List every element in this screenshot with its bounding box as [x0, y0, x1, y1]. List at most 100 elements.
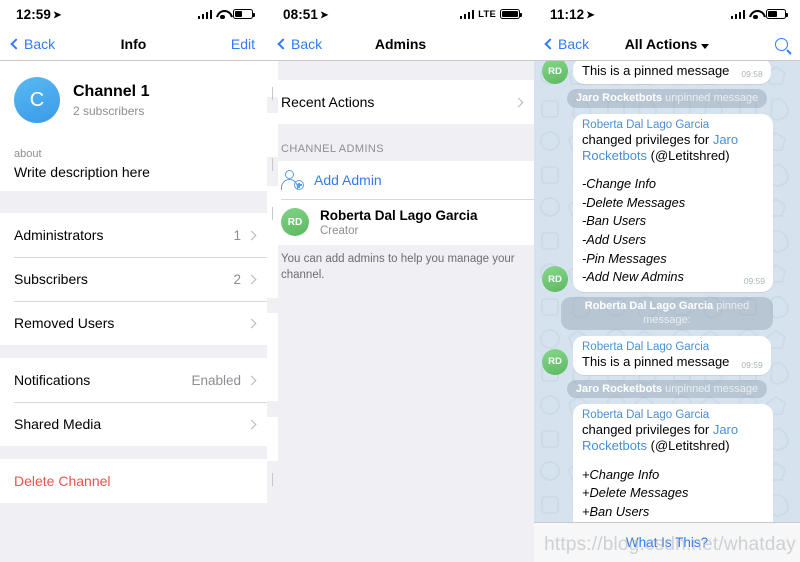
search-button[interactable] [775, 37, 788, 51]
signal-bars-icon [459, 9, 475, 19]
message-row: RD This is a pinned message 09:58 [542, 61, 792, 85]
avatar: RD [542, 266, 568, 293]
privilege-item: +Delete Messages [582, 485, 689, 501]
chevron-right-icon [246, 230, 257, 240]
bubble-time: 09:59 [743, 275, 765, 286]
row-notifications[interactable]: Notifications Enabled [0, 358, 267, 402]
privilege-item: -Ban Users [582, 213, 647, 229]
chevron-left-icon [277, 38, 289, 50]
bubble-time: 09:59 [741, 359, 763, 370]
back-button-2[interactable]: Back [277, 36, 323, 52]
privilege-item: +Ban Users [582, 504, 650, 520]
row-value: 2 [233, 271, 241, 287]
privilege-item: -Add New Admins [582, 269, 684, 285]
bubble-author: Roberta Dal Lago Garcia [582, 118, 710, 131]
back-label-3: Back [558, 36, 590, 52]
chevron-right-icon [246, 274, 257, 284]
content-area-1: C Channel 1 2 subscribers about Write de… [0, 61, 267, 562]
admin-name: Roberta Dal Lago Garcia [320, 207, 478, 223]
battery-icon [766, 9, 788, 19]
bubble-text: changed privileges for Jaro Rocketbots (… [582, 422, 765, 455]
bubble-text: This is a pinned message [582, 353, 730, 369]
avatar: C [14, 77, 60, 123]
privilege-item: +Change Info [582, 466, 660, 482]
wifi-icon [749, 9, 762, 20]
chat-bubble[interactable]: This is a pinned message 09:58 [573, 61, 771, 85]
chevron-down-icon [701, 44, 710, 49]
back-label-2: Back [291, 36, 323, 52]
row-label: Notifications [14, 372, 91, 388]
bubble-time: 09:58 [741, 69, 763, 80]
row-value: 1 [233, 227, 241, 243]
phone-screen-channel-info: 12:59 ➤ Back Info Edit C Channel 1 2 subs… [0, 0, 267, 562]
nav-bar-2: Back Admins [267, 28, 534, 61]
privilege-item: -Delete Messages [582, 194, 686, 210]
what-is-this-bar[interactable]: What Is This? [534, 522, 800, 562]
add-user-icon [281, 170, 304, 190]
row-removed-users[interactable]: Removed Users [0, 301, 267, 345]
phone-screen-all-actions: 11:12 ➤ Back All Actions RD This is a pi… [534, 0, 800, 562]
row-label: Shared Media [14, 416, 102, 432]
channel-subscribers: 2 subscribers [73, 103, 145, 118]
row-administrators[interactable]: Administrators 1 [0, 213, 267, 257]
service-message: Roberta Dal Lago Garcia pinned message: [561, 297, 773, 330]
delete-channel-button[interactable]: Delete Channel [0, 459, 267, 503]
privilege-item: -Pin Messages [582, 250, 667, 266]
all-actions-label: All Actions [624, 36, 698, 52]
about-value: Write description here [14, 164, 150, 180]
chevron-left-icon [544, 38, 556, 50]
chevron-right-icon [513, 97, 524, 107]
row-recent-actions[interactable]: Recent Actions [267, 80, 534, 124]
previous-screen-sliver [267, 61, 278, 562]
danger-section: Delete Channel [0, 459, 267, 503]
bubble-text-tail: (@Letitshred) [647, 438, 730, 454]
bubble-author: Roberta Dal Lago Garcia [582, 340, 710, 353]
recent-actions-section: Recent Actions [267, 80, 534, 124]
back-label-1: Back [24, 36, 56, 52]
battery-icon [233, 9, 255, 19]
about-block[interactable]: about Write description here [0, 139, 267, 191]
back-button-1[interactable]: Back [10, 36, 56, 52]
privilege-item: -Add Users [582, 232, 647, 248]
bubble-text: This is a pinned message [582, 63, 730, 78]
chat-bubble[interactable]: Roberta Dal Lago Garcia This is a pinned… [573, 335, 771, 375]
bubble-text-lead: changed privileges for [582, 131, 713, 147]
row-shared-media[interactable]: Shared Media [0, 402, 267, 446]
avatar: RD [281, 208, 309, 236]
row-label: Recent Actions [281, 94, 375, 110]
chat-bubble[interactable]: Roberta Dal Lago Garcia changed privileg… [573, 113, 773, 293]
chevron-right-icon [246, 375, 257, 385]
list-item-admin[interactable]: RD Roberta Dal Lago Garcia Creator [267, 199, 534, 245]
edit-button[interactable]: Edit [231, 36, 255, 52]
chevron-left-icon [10, 38, 22, 50]
admins-footnote: You can add admins to help you manage yo… [281, 253, 515, 281]
phone-screen-admins: 08:51 ➤ LTE Back Admins Recent Actions C… [267, 0, 534, 562]
content-area-2: Recent Actions CHANNEL ADMINS Add Admin … [267, 61, 534, 562]
status-icons-1 [197, 9, 255, 20]
channel-profile-header[interactable]: C Channel 1 2 subscribers [0, 61, 267, 139]
row-subscribers[interactable]: Subscribers 2 [0, 257, 267, 301]
row-value: Enabled [191, 372, 241, 388]
status-icons-2: LTE [459, 9, 522, 20]
privileges-list: -Change Info -Delete Messages -Ban Users… [582, 175, 765, 287]
add-admin-button[interactable]: Add Admin [267, 161, 534, 199]
preferences-section: Notifications Enabled Shared Media [0, 358, 267, 446]
wifi-icon [216, 9, 229, 20]
add-admin-label: Add Admin [314, 172, 382, 188]
chat-scroll-area[interactable]: RD This is a pinned message 09:58 Jaro R… [534, 61, 800, 562]
delete-channel-label: Delete Channel [14, 473, 111, 489]
message-row: RD Roberta Dal Lago Garcia This is a pin… [542, 335, 792, 375]
service-actor: Jaro Rocketbots [575, 92, 663, 105]
admin-role: Creator [320, 224, 359, 237]
status-bar-1: 12:59 ➤ [0, 0, 267, 28]
row-label: Subscribers [14, 271, 88, 287]
nav-bar-3: Back All Actions [534, 28, 800, 61]
avatar: RD [542, 348, 568, 375]
chevron-right-icon [246, 318, 257, 328]
status-bar-2: 08:51 ➤ LTE [267, 0, 534, 28]
message-list: RD This is a pinned message 09:58 Jaro R… [534, 61, 800, 562]
back-button-3[interactable]: Back [544, 36, 590, 52]
